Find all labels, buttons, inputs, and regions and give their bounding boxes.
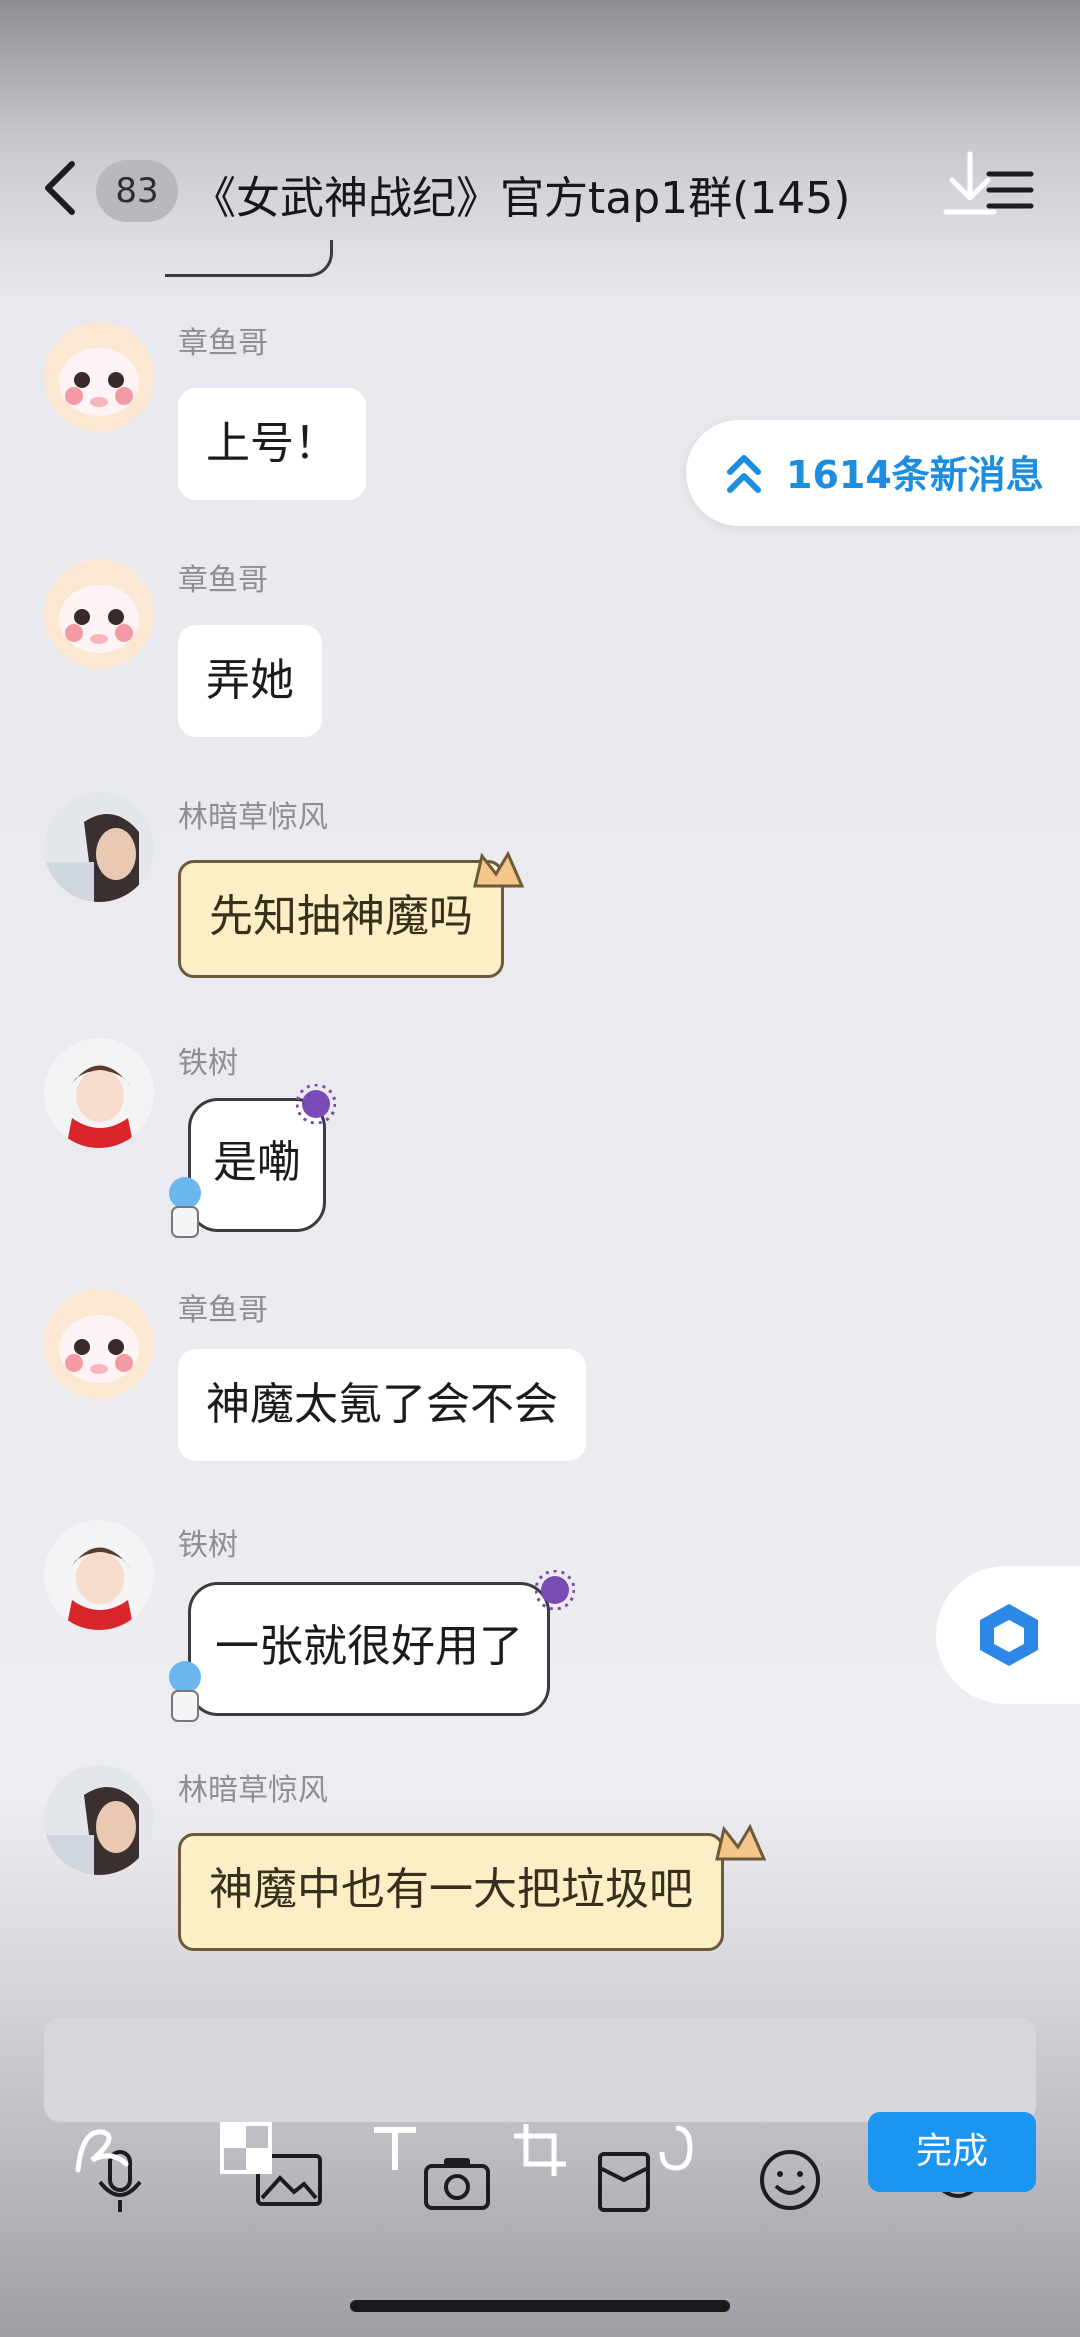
message-bubble[interactable]: 先知抽神魔吗 [178,860,504,978]
avatar-octopus[interactable] [44,322,154,432]
rotate-icon[interactable] [656,2120,696,2176]
avatar-anime-boy[interactable] [44,1520,154,1630]
anime-avatar-icon [44,1038,154,1148]
virus-decoration-icon [296,1084,336,1124]
text-tool-icon[interactable] [370,2124,420,2174]
pig-avatar-icon [44,322,154,432]
message-bubble[interactable]: 一张就很好用了 [188,1582,550,1716]
previous-bubble-fragment [165,240,333,277]
double-chevron-up-icon [727,455,761,493]
unread-count-badge[interactable]: 83 [96,160,178,222]
floating-shortcut-button[interactable] [936,1566,1080,1704]
sender-name: 林暗草惊风 [178,800,328,835]
pig-avatar-icon [44,559,154,669]
new-messages-label: 1614条新消息 [786,453,1044,497]
cube-logo-icon [980,1604,1038,1666]
pig-avatar-icon [44,1289,154,1399]
avatar-boy-photo[interactable] [44,792,154,902]
cat-ears-decoration [715,1823,767,1861]
sender-name: 铁树 [178,1528,238,1563]
sender-name: 铁树 [178,1046,238,1081]
emoji-icon[interactable] [758,2148,822,2212]
sender-name: 林暗草惊风 [178,1773,328,1808]
message-input[interactable] [44,2018,1036,2122]
doodle-icon[interactable] [72,2120,132,2180]
avatar-anime-boy[interactable] [44,1038,154,1148]
avatar-octopus[interactable] [44,1289,154,1399]
message-bubble[interactable]: 弄她 [178,625,322,737]
group-title[interactable]: 《女武神战纪》官方tap1群(145) [192,162,850,226]
mosaic-icon[interactable] [220,2122,272,2174]
message-bubble[interactable]: 神魔中也有一大把垃圾吧 [178,1833,724,1951]
avatar-octopus[interactable] [44,559,154,669]
doctor-decoration-icon [169,1661,201,1722]
new-messages-button[interactable]: 1614条新消息 [686,420,1080,526]
sender-name: 章鱼哥 [178,1293,268,1328]
done-button[interactable]: 完成 [868,2112,1036,2192]
message-bubble[interactable]: 神魔太氪了会不会 [178,1349,586,1461]
photo-avatar-icon [44,792,154,902]
doctor-decoration-icon [169,1177,201,1238]
sender-name: 章鱼哥 [178,563,268,598]
photo-avatar-icon [44,1765,154,1875]
cat-ears-decoration [473,850,525,888]
message-bubble[interactable]: 上号！ [178,388,366,500]
back-icon[interactable] [40,160,80,216]
chat-header: 83 《女武神战纪》官方tap1群(145) [0,0,1080,260]
camera-icon[interactable] [422,2152,492,2212]
crop-icon[interactable] [512,2122,568,2178]
virus-decoration-icon [535,1570,575,1610]
anime-avatar-icon [44,1520,154,1630]
red-packet-icon[interactable] [594,2150,654,2214]
home-indicator [350,2300,730,2312]
sender-name: 章鱼哥 [178,326,268,361]
menu-icon[interactable] [985,168,1035,212]
avatar-boy-photo[interactable] [44,1765,154,1875]
